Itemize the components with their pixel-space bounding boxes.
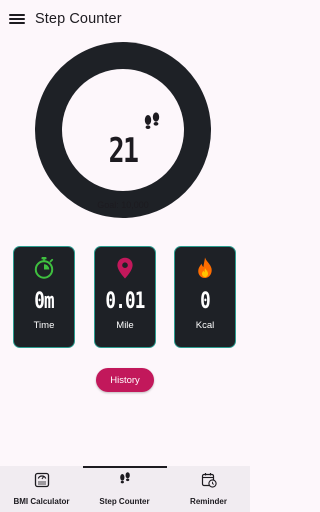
bottom-navigation: BMI Calculator Step Counter Reminder — [0, 466, 250, 512]
page-title: Step Counter — [35, 11, 122, 27]
step-count: 21 — [108, 131, 139, 171]
step-progress-ring: 21 Goal: 10,000 — [35, 42, 211, 218]
app-bar: Step Counter — [0, 0, 250, 38]
calendar-clock-icon — [201, 473, 217, 488]
distance-label: Mile — [116, 320, 134, 331]
stopwatch-icon — [34, 257, 54, 279]
nav-item-step-counter[interactable]: Step Counter — [83, 466, 166, 512]
distance-value: 0.01 — [105, 289, 145, 314]
time-card: 0m Time — [13, 246, 75, 348]
hamburger-menu-icon[interactable] — [9, 12, 25, 26]
calories-value: 0 — [200, 289, 211, 314]
footprints-icon — [119, 472, 130, 484]
ring-center: 21 Goal: 10,000 — [62, 69, 184, 210]
goal-value: 10,000 — [121, 200, 149, 210]
nav-item-reminder[interactable]: Reminder — [167, 466, 250, 512]
nav-label-step-counter: Step Counter — [99, 497, 150, 506]
nav-label-bmi-calculator: BMI Calculator — [13, 497, 70, 506]
history-button[interactable]: History — [96, 368, 154, 392]
location-pin-icon — [117, 257, 133, 279]
flame-icon — [198, 257, 212, 278]
goal-label: Goal: — [97, 200, 119, 210]
calories-card: 0 Kcal — [174, 246, 236, 348]
time-value: 0m — [34, 289, 54, 314]
calories-label: Kcal — [195, 320, 215, 331]
nav-item-bmi-calculator[interactable]: BMI Calculator — [0, 466, 83, 512]
scale-icon — [34, 472, 49, 488]
step-goal: Goal: 10,000 — [62, 200, 184, 210]
time-label: Time — [33, 320, 55, 331]
nav-label-reminder: Reminder — [190, 497, 227, 506]
distance-card: 0.01 Mile — [94, 246, 156, 348]
